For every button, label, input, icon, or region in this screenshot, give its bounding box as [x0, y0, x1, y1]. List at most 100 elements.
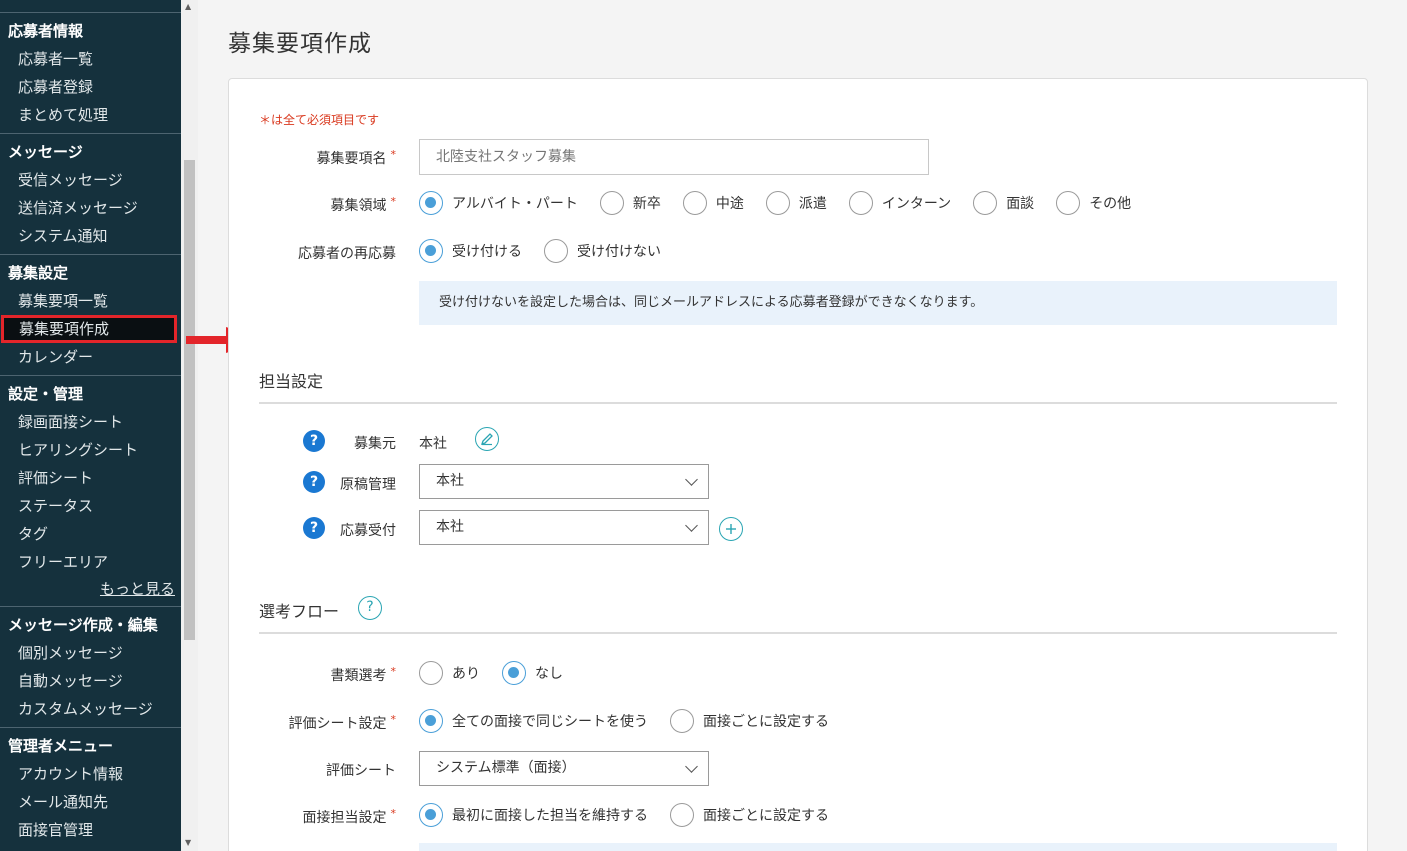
sidebar-item-auto-message[interactable]: 自動メッセージ [0, 667, 181, 695]
interviewer-radio-group: 最初に面接した担当を維持する 面接ごとに設定する [419, 803, 851, 827]
sidebar-item-sent[interactable]: 送信済メッセージ [0, 194, 181, 222]
section-title-tanto: 担当設定 [259, 372, 324, 391]
section-divider [259, 632, 1337, 634]
sidebar-item-mail-notice[interactable]: メール通知先 [0, 788, 181, 816]
radio-icon[interactable] [1056, 191, 1081, 215]
sidebar-section-admin: 管理者メニュー アカウント情報 メール通知先 面接官管理 [0, 727, 181, 848]
required-mark: * [390, 713, 397, 726]
radio-doc-yes[interactable]: あり [419, 661, 480, 685]
sidebar-heading: 管理者メニュー [8, 737, 114, 755]
sidebar-item-system-notice[interactable]: システム通知 [0, 222, 181, 250]
sidebar-item-tag[interactable]: タグ [0, 520, 181, 548]
sidebar-heading: メッセージ [8, 143, 83, 161]
sidebar-scrollbar[interactable]: ▲ ▼ [181, 0, 198, 851]
reception-select[interactable]: 本社 [419, 510, 709, 545]
radio-area-dispatch[interactable]: 派遣 [765, 191, 827, 215]
job-name-input[interactable] [419, 139, 929, 175]
chevron-down-icon [685, 760, 698, 773]
scroll-thumb[interactable] [184, 160, 195, 640]
radio-checked-icon[interactable] [419, 803, 443, 827]
field-label-name: 募集要項名 * [316, 148, 397, 167]
sidebar-section-settings: 設定・管理 録画面接シート ヒアリングシート 評価シート ステータス タグ フリ… [0, 375, 181, 606]
field-label-interviewer: 面接担当設定 * [302, 807, 397, 826]
radio-interviewer-each[interactable]: 面接ごとに設定する [670, 803, 829, 827]
sidebar-item-job-create[interactable]: 募集要項作成 [1, 315, 177, 343]
select-value: システム標準（面接） [436, 760, 576, 776]
chevron-down-icon [685, 473, 698, 486]
radio-area-meeting[interactable]: 面談 [973, 191, 1034, 215]
radio-checked-icon[interactable] [419, 191, 443, 215]
field-label-source: 募集元 [354, 436, 396, 452]
section-divider [259, 402, 1337, 404]
radio-icon[interactable] [419, 661, 443, 685]
sidebar-item-job-list[interactable]: 募集要項一覧 [0, 287, 181, 315]
field-label-eval-setting: 評価シート設定 * [288, 713, 397, 732]
sidebar-section-recruit: 募集設定 募集要項一覧 募集要項作成 カレンダー [0, 254, 181, 375]
radio-area-newgrad[interactable]: 新卒 [599, 191, 661, 215]
sidebar-item-free-area[interactable]: フリーエリア [0, 548, 181, 576]
radio-interviewer-keep[interactable]: 最初に面接した担当を維持する [419, 803, 648, 827]
radio-icon[interactable] [670, 709, 694, 733]
radio-icon[interactable] [682, 191, 707, 215]
sidebar: 応募者情報 応募者一覧 応募者登録 まとめて処理 メッセージ 受信メッセージ 送… [0, 0, 181, 851]
radio-area-intern[interactable]: インターン [848, 191, 951, 215]
field-label-eval-sheet: 評価シート [326, 763, 396, 779]
sidebar-item-video-interview[interactable]: 録画面接シート [0, 408, 181, 436]
sidebar-item-applicant-list[interactable]: 応募者一覧 [0, 45, 181, 73]
field-label-area: 募集領域 * [330, 195, 397, 214]
sidebar-item-hearing-sheet[interactable]: ヒアリングシート [0, 436, 181, 464]
radio-icon[interactable] [544, 239, 568, 263]
area-radio-group: アルバイト・パート 新卒 中途 派遣 インターン 面談 その他 [419, 191, 1153, 215]
radio-area-other[interactable]: その他 [1056, 191, 1131, 215]
radio-checked-icon[interactable] [419, 709, 443, 733]
required-note: ＊は全て必須項目です [259, 113, 380, 127]
scroll-down-icon[interactable]: ▼ [185, 838, 191, 847]
radio-icon[interactable] [765, 191, 790, 215]
reapply-radio-group: 受け付ける 受け付けない [419, 239, 683, 263]
manuscript-select[interactable]: 本社 [419, 464, 709, 499]
radio-area-parttime[interactable]: アルバイト・パート [419, 191, 578, 215]
sidebar-section-messages: メッセージ 受信メッセージ 送信済メッセージ システム通知 [0, 133, 181, 254]
required-mark: * [390, 807, 397, 820]
radio-icon[interactable] [848, 191, 873, 215]
eval-setting-radio-group: 全ての面接で同じシートを使う 面接ごとに設定する [419, 709, 851, 733]
interviewer-info-box [419, 843, 1337, 851]
source-value: 本社 [419, 436, 447, 452]
sidebar-more-link[interactable]: もっと見る [0, 576, 181, 602]
sidebar-item-calendar[interactable]: カレンダー [0, 343, 181, 371]
sidebar-item-custom-message[interactable]: カスタムメッセージ [0, 695, 181, 723]
sidebar-section-message-edit: メッセージ作成・編集 個別メッセージ 自動メッセージ カスタムメッセージ [0, 606, 181, 727]
help-icon[interactable]: ? [358, 596, 382, 620]
field-label-manuscript: 原稿管理 [340, 477, 396, 493]
radio-eval-each[interactable]: 面接ごとに設定する [670, 709, 829, 733]
sidebar-heading: 募集設定 [8, 264, 69, 282]
radio-checked-icon[interactable] [419, 239, 443, 263]
required-mark: * [390, 148, 397, 161]
edit-icon[interactable] [475, 427, 499, 451]
radio-icon[interactable] [973, 191, 998, 215]
radio-icon[interactable] [670, 803, 694, 827]
sidebar-item-inbox[interactable]: 受信メッセージ [0, 166, 181, 194]
radio-doc-no[interactable]: なし [502, 661, 563, 685]
select-value: 本社 [436, 473, 464, 489]
radio-area-midcareer[interactable]: 中途 [682, 191, 744, 215]
radio-reapply-reject[interactable]: 受け付けない [544, 239, 661, 263]
sidebar-item-account[interactable]: アカウント情報 [0, 760, 181, 788]
radio-checked-icon[interactable] [502, 661, 526, 685]
radio-eval-same[interactable]: 全ての面接で同じシートを使う [419, 709, 648, 733]
add-icon[interactable] [719, 517, 743, 541]
sidebar-item-bulk-process[interactable]: まとめて処理 [0, 101, 181, 129]
required-mark: * [390, 665, 397, 678]
field-label-reception: 応募受付 [340, 523, 396, 539]
page-title: 募集要項作成 [228, 31, 372, 57]
sidebar-item-applicant-register[interactable]: 応募者登録 [0, 73, 181, 101]
radio-reapply-accept[interactable]: 受け付ける [419, 239, 522, 263]
scroll-up-icon[interactable]: ▲ [185, 2, 191, 11]
radio-icon[interactable] [599, 191, 624, 215]
sidebar-item-eval-sheet[interactable]: 評価シート [0, 464, 181, 492]
sidebar-item-status[interactable]: ステータス [0, 492, 181, 520]
eval-sheet-select[interactable]: システム標準（面接） [419, 751, 709, 786]
sidebar-item-individual-message[interactable]: 個別メッセージ [0, 639, 181, 667]
field-label-doc: 書類選考 * [330, 665, 397, 684]
sidebar-item-interviewer[interactable]: 面接官管理 [0, 816, 181, 844]
